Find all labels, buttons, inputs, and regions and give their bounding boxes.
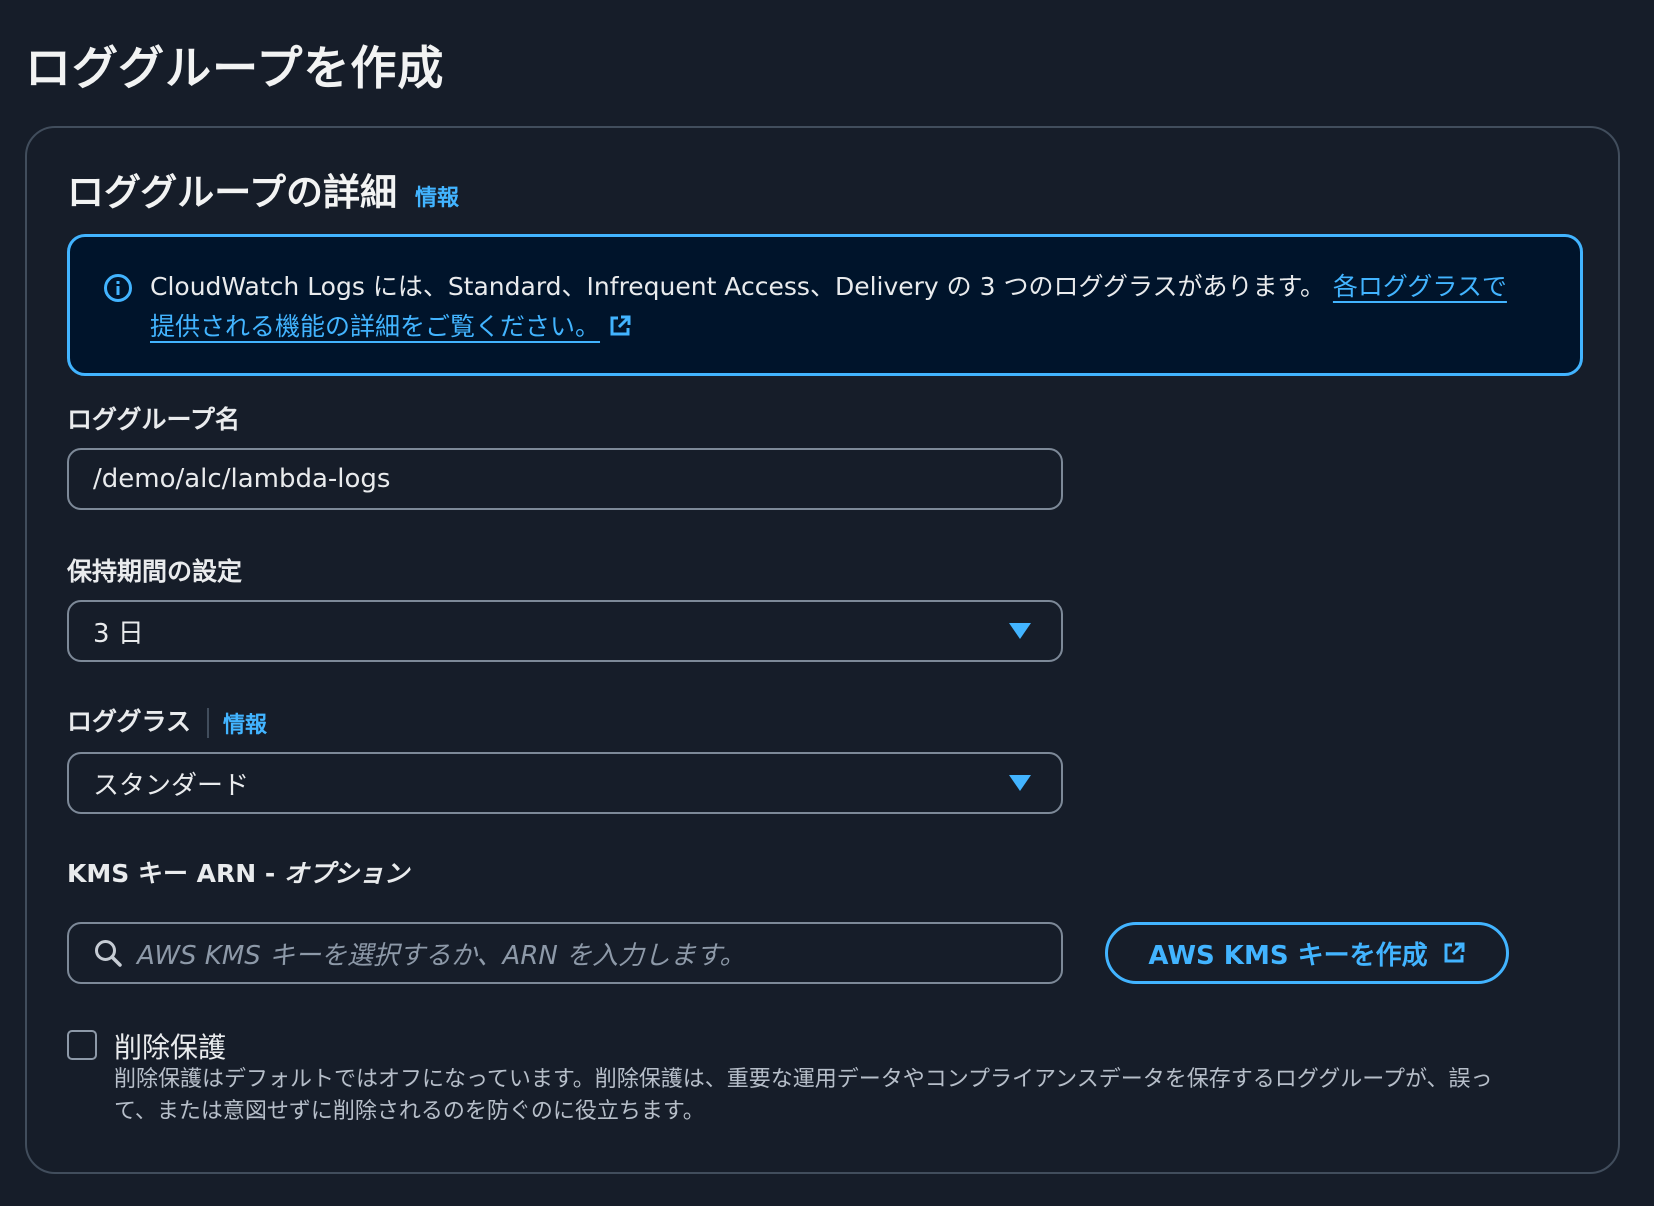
page-title: ロググループを作成: [25, 41, 445, 95]
deletion-protection-description: 削除保護はデフォルトではオフになっています。削除保護は、重要な運用データやコンプ…: [114, 1067, 1493, 1124]
external-link-icon[interactable]: [608, 314, 632, 338]
kms-key-label: KMS キー ARN - オプション: [67, 854, 409, 890]
caret-down-icon: [1009, 623, 1031, 639]
kms-key-search-input[interactable]: AWS KMS キーを選択するか、ARN を入力します。: [67, 922, 1063, 984]
create-kms-key-label: AWS KMS キーを作成: [1148, 940, 1428, 971]
retention-value: 3 日: [93, 618, 144, 649]
kms-key-label-text: KMS キー ARN -: [67, 859, 284, 888]
log-class-select[interactable]: スタンダード: [67, 752, 1063, 814]
log-group-name-value: /demo/alc/lambda-logs: [93, 464, 391, 494]
info-flashbar: CloudWatch Logs には、Standard、Infrequent A…: [67, 234, 1583, 376]
kms-key-optional: オプション: [283, 859, 409, 888]
log-class-value: スタンダード: [93, 770, 250, 801]
page: ロググループを作成 ロググループの詳細 情報 CloudWatch Logs に…: [0, 0, 1654, 1206]
log-class-info-link[interactable]: 情報: [223, 713, 267, 738]
flash-message: CloudWatch Logs には、Standard、Infrequent A…: [150, 267, 1520, 347]
section-info-link[interactable]: 情報: [415, 180, 459, 212]
log-group-details-container: ロググループの詳細 情報 CloudWatch Logs には、Standard…: [25, 126, 1620, 1174]
log-class-label-row: ロググラス 情報: [67, 702, 267, 739]
caret-down-icon: [1009, 775, 1031, 791]
deletion-protection-label[interactable]: 削除保護: [114, 1026, 226, 1066]
retention-label: 保持期間の設定: [67, 557, 243, 586]
info-icon: [104, 274, 132, 302]
section-title: ロググループの詳細: [67, 171, 398, 214]
flash-text: CloudWatch Logs には、Standard、Infrequent A…: [150, 272, 1325, 301]
kms-key-placeholder: AWS KMS キーを選択するか、ARN を入力します。: [137, 940, 746, 971]
log-class-label: ロググラス: [67, 707, 192, 736]
deletion-protection-checkbox[interactable]: [67, 1030, 97, 1060]
log-group-name-label: ロググループ名: [67, 405, 241, 434]
label-divider: [207, 708, 210, 738]
search-icon: [95, 940, 122, 967]
external-link-icon: [1444, 942, 1465, 963]
log-group-name-input[interactable]: /demo/alc/lambda-logs: [67, 448, 1063, 510]
section-header: ロググループの詳細 情報: [67, 162, 459, 216]
retention-select[interactable]: 3 日: [67, 600, 1063, 662]
create-kms-key-button[interactable]: AWS KMS キーを作成: [1105, 922, 1509, 984]
